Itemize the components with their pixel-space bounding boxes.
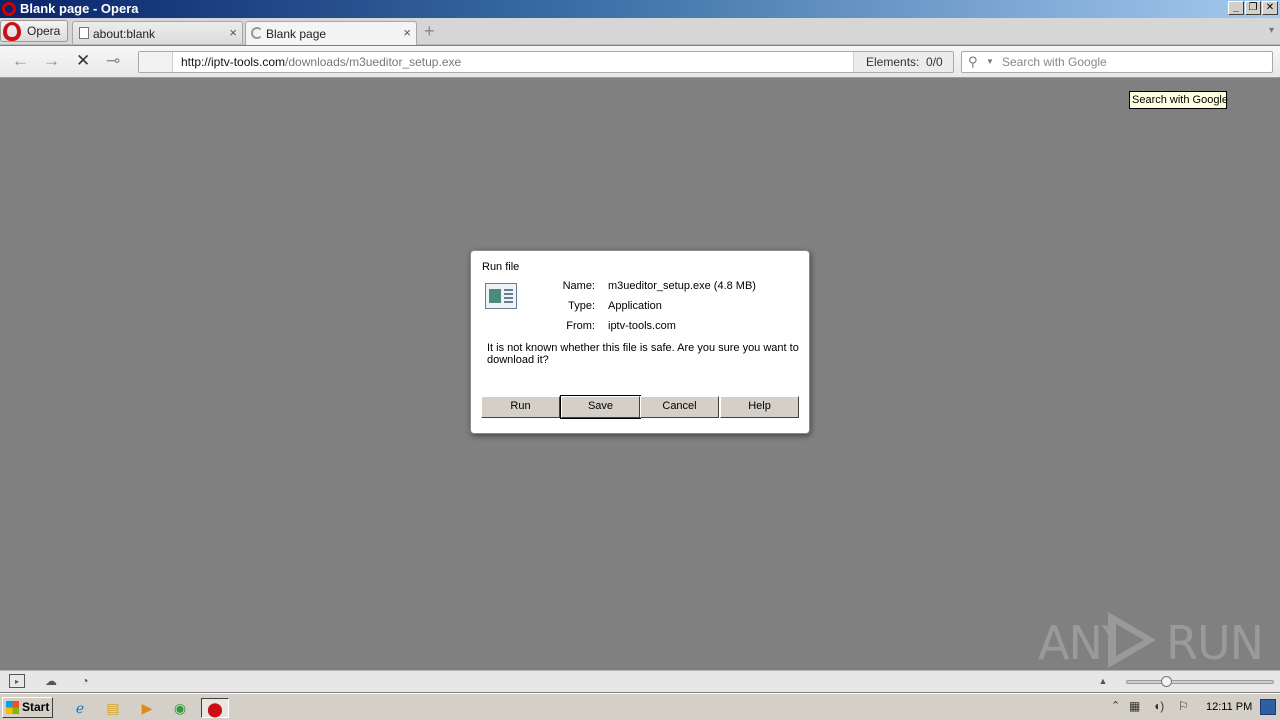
application-file-icon bbox=[485, 283, 517, 309]
tab-blank-page[interactable]: Blank page × bbox=[245, 21, 417, 45]
internet-explorer-icon[interactable]: ℯ bbox=[69, 698, 91, 718]
forward-arrow-icon[interactable]: → bbox=[43, 52, 60, 70]
opera-logo-icon bbox=[2, 2, 16, 16]
tab-menu-icon[interactable]: ▾ bbox=[1269, 25, 1274, 36]
opera-turbo-icon[interactable]: ◔ bbox=[77, 674, 93, 688]
help-button[interactable]: Help bbox=[720, 396, 799, 418]
tab-close-icon[interactable]: × bbox=[403, 25, 411, 40]
volume-icon[interactable]: ◖) bbox=[1153, 699, 1164, 713]
dialog-title: Run file bbox=[482, 261, 520, 273]
zoom-slider-track[interactable] bbox=[1126, 680, 1274, 684]
opera-menu-button[interactable]: Opera bbox=[0, 20, 68, 42]
search-icon: ⚲ bbox=[968, 54, 978, 69]
address-field[interactable]: http://iptv-tools.com/downloads/m3uedito… bbox=[138, 51, 954, 73]
restore-button[interactable]: ❐ bbox=[1245, 1, 1261, 15]
navigation-bar: ← → ✕ ⊸ http://iptv-tools.com/downloads/… bbox=[0, 46, 1280, 78]
opera-unite-cloud-icon[interactable]: ☁ bbox=[43, 674, 59, 688]
search-tooltip: Search with Google bbox=[1129, 91, 1228, 109]
type-label: Type: bbox=[568, 300, 595, 312]
url-host: http://iptv-tools.com bbox=[181, 55, 286, 69]
opera-menu-label: Opera bbox=[27, 24, 61, 38]
windows-logo-icon bbox=[6, 701, 19, 714]
windows-taskbar: Start ℯ ▤ ▶ ◉ ⬤ ⌃ ▦ ◖) ⚐ 12:11 PM bbox=[0, 693, 1280, 720]
page-icon bbox=[79, 27, 89, 39]
chrome-icon[interactable]: ◉ bbox=[169, 698, 191, 718]
run-file-dialog: Run file Name: m3ueditor_setup.exe (4.8 … bbox=[470, 250, 810, 434]
new-tab-icon[interactable]: + bbox=[424, 22, 435, 40]
anyrun-watermark: ANY RUN bbox=[1038, 610, 1264, 670]
start-button[interactable]: Start bbox=[2, 697, 53, 718]
site-badge[interactable] bbox=[139, 52, 173, 72]
loading-spinner-icon bbox=[251, 27, 263, 39]
window-titlebar[interactable]: Blank page - Opera _ ❐ ✕ bbox=[0, 0, 1280, 18]
from-label: From: bbox=[566, 320, 595, 332]
name-label: Name: bbox=[562, 280, 595, 292]
window-title: Blank page - Opera bbox=[20, 1, 139, 16]
close-window-button[interactable]: ✕ bbox=[1262, 1, 1278, 15]
url-path: /downloads/m3ueditor_setup.exe bbox=[285, 55, 462, 69]
cancel-button[interactable]: Cancel bbox=[640, 396, 719, 418]
minimize-button[interactable]: _ bbox=[1228, 1, 1244, 15]
tab-bar: Opera about:blank × Blank page × + ▾ bbox=[0, 18, 1280, 45]
taskbar-clock[interactable]: 12:11 PM bbox=[1206, 701, 1252, 713]
back-arrow-icon[interactable]: ← bbox=[12, 52, 29, 70]
name-value: m3ueditor_setup.exe (4.8 MB) bbox=[608, 280, 756, 292]
opera-menu-icon bbox=[3, 22, 21, 41]
network-icon[interactable]: ▦ bbox=[1129, 699, 1140, 713]
media-player-icon[interactable]: ▶ bbox=[136, 698, 158, 718]
explorer-folder-icon[interactable]: ▤ bbox=[102, 698, 124, 718]
play-triangle-inner bbox=[1116, 624, 1144, 656]
show-hidden-icons-icon[interactable]: ⌃ bbox=[1111, 699, 1120, 712]
panel-toggle-icon[interactable]: ▸ bbox=[9, 674, 25, 688]
save-button[interactable]: Save bbox=[560, 395, 641, 419]
search-field[interactable]: ⚲ ▼ Search with Google bbox=[961, 51, 1273, 73]
zoom-up-icon[interactable]: ▲ bbox=[1095, 674, 1111, 688]
from-value: iptv-tools.com bbox=[608, 320, 676, 332]
url-text: http://iptv-tools.com/downloads/m3uedito… bbox=[181, 55, 461, 69]
stop-icon[interactable]: ✕ bbox=[76, 52, 90, 70]
elements-counter: Elements: 0/0 bbox=[853, 52, 953, 72]
show-desktop-icon[interactable] bbox=[1260, 699, 1276, 715]
search-engine-dropdown-icon[interactable]: ▼ bbox=[986, 57, 994, 66]
run-button[interactable]: Run bbox=[481, 396, 560, 418]
elements-value: 0/0 bbox=[926, 55, 943, 69]
safety-warning-text: It is not known whether this file is saf… bbox=[487, 342, 799, 366]
type-value: Application bbox=[608, 300, 662, 312]
opera-taskbar-icon[interactable]: ⬤ bbox=[201, 698, 229, 718]
search-placeholder: Search with Google bbox=[1002, 55, 1107, 69]
tab-close-icon[interactable]: × bbox=[229, 25, 237, 40]
key-icon[interactable]: ⊸ bbox=[106, 52, 120, 70]
watermark-right-text: RUN bbox=[1166, 616, 1264, 670]
zoom-slider-handle[interactable] bbox=[1161, 676, 1172, 687]
tab-label: Blank page bbox=[266, 27, 327, 41]
elements-label: Elements: bbox=[866, 55, 920, 69]
start-label: Start bbox=[22, 700, 50, 714]
tab-label: about:blank bbox=[93, 27, 156, 41]
tab-about-blank[interactable]: about:blank × bbox=[72, 21, 243, 44]
status-bar: ▸ ☁ ◔ ▲ bbox=[0, 670, 1280, 692]
action-center-flag-icon[interactable]: ⚐ bbox=[1178, 699, 1189, 713]
